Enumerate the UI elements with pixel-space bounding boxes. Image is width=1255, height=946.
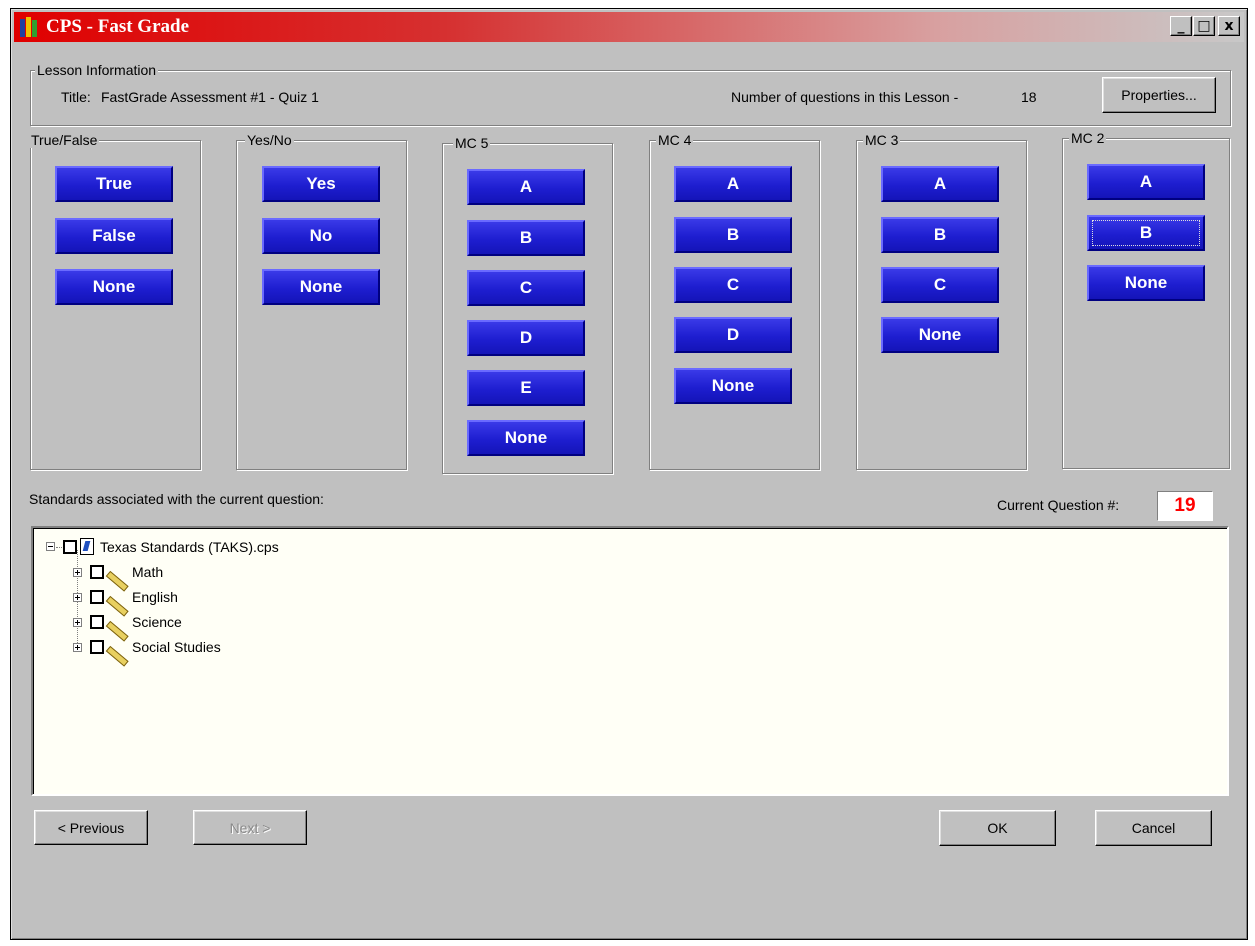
fast-grade-window: CPS - Fast Grade _ □ x Lesson Informatio… bbox=[10, 8, 1248, 940]
answer-none-button[interactable]: None bbox=[1087, 265, 1205, 301]
question-count-value: 18 bbox=[1021, 89, 1037, 105]
answer-d-button[interactable]: D bbox=[674, 317, 792, 353]
answer-c-button[interactable]: C bbox=[467, 270, 585, 306]
standards-label: Standards associated with the current qu… bbox=[29, 491, 324, 507]
group-label: MC 3 bbox=[863, 132, 901, 148]
group-mc5: MC 5 A B C D E None bbox=[442, 135, 613, 474]
answer-a-button[interactable]: A bbox=[467, 169, 585, 205]
tree-item-math[interactable]: Math bbox=[73, 563, 163, 581]
group-label: Yes/No bbox=[245, 132, 294, 148]
tree-item-label: English bbox=[132, 589, 178, 605]
answer-c-button[interactable]: C bbox=[881, 267, 999, 303]
expand-icon[interactable] bbox=[73, 592, 82, 602]
checkbox[interactable] bbox=[90, 640, 104, 654]
tree-item-english[interactable]: English bbox=[73, 588, 178, 606]
group-label: MC 2 bbox=[1069, 130, 1107, 146]
tree-item-label: Social Studies bbox=[132, 639, 221, 655]
close-button[interactable]: x bbox=[1218, 16, 1240, 36]
answer-none-button[interactable]: None bbox=[55, 269, 173, 305]
tree-item-social-studies[interactable]: Social Studies bbox=[73, 638, 221, 656]
checkbox[interactable] bbox=[63, 539, 77, 554]
maximize-button[interactable]: □ bbox=[1193, 16, 1215, 36]
app-icon bbox=[20, 17, 38, 37]
answer-no-button[interactable]: No bbox=[262, 218, 380, 254]
expand-icon[interactable] bbox=[73, 617, 82, 627]
answer-none-button[interactable]: None bbox=[262, 269, 380, 305]
ruler-icon bbox=[106, 613, 128, 631]
tree-root-label: Texas Standards (TAKS).cps bbox=[100, 538, 279, 555]
answer-b-button[interactable]: B bbox=[1087, 215, 1205, 251]
checkbox[interactable] bbox=[90, 615, 104, 629]
tree-item-label: Math bbox=[132, 564, 164, 580]
lesson-title-label: Title: bbox=[61, 89, 91, 105]
lesson-title-value: FastGrade Assessment #1 - Quiz 1 bbox=[101, 89, 319, 105]
answer-b-button[interactable]: B bbox=[881, 217, 999, 253]
tree-item-label: Science bbox=[132, 614, 182, 630]
answer-a-button[interactable]: A bbox=[674, 166, 792, 202]
ok-button[interactable]: OK bbox=[939, 810, 1056, 846]
properties-button[interactable]: Properties... bbox=[1102, 77, 1216, 113]
tree-root[interactable]: Texas Standards (TAKS).cps bbox=[46, 538, 279, 555]
answer-none-button[interactable]: None bbox=[881, 317, 999, 353]
document-icon bbox=[80, 538, 94, 555]
next-button[interactable]: Next > bbox=[193, 810, 307, 845]
lesson-info-label: Lesson Information bbox=[35, 62, 159, 78]
ruler-icon bbox=[106, 588, 128, 606]
answer-a-button[interactable]: A bbox=[881, 166, 999, 202]
window-title: CPS - Fast Grade bbox=[46, 16, 190, 37]
answer-e-button[interactable]: E bbox=[467, 370, 585, 406]
answer-none-button[interactable]: None bbox=[467, 420, 585, 456]
group-true-false: True/False True False None bbox=[29, 132, 201, 470]
answer-none-button[interactable]: None bbox=[674, 368, 792, 404]
answer-d-button[interactable]: D bbox=[467, 320, 585, 356]
answer-yes-button[interactable]: Yes bbox=[262, 166, 380, 202]
answer-b-button[interactable]: B bbox=[674, 217, 792, 253]
checkbox[interactable] bbox=[90, 590, 104, 604]
answer-true-button[interactable]: True bbox=[55, 166, 173, 202]
current-question-value: 19 bbox=[1157, 491, 1213, 521]
group-label: True/False bbox=[29, 132, 100, 148]
answer-false-button[interactable]: False bbox=[55, 218, 173, 254]
cancel-button[interactable]: Cancel bbox=[1095, 810, 1212, 846]
group-mc3: MC 3 A B C None bbox=[856, 132, 1027, 470]
title-bar[interactable]: CPS - Fast Grade _ □ x bbox=[14, 12, 1244, 42]
ruler-icon bbox=[106, 563, 128, 581]
group-label: MC 5 bbox=[453, 135, 491, 151]
previous-button[interactable]: < Previous bbox=[34, 810, 148, 845]
question-count-label: Number of questions in this Lesson - bbox=[731, 89, 959, 105]
answer-b-button[interactable]: B bbox=[467, 220, 585, 256]
answer-c-button[interactable]: C bbox=[674, 267, 792, 303]
ruler-icon bbox=[106, 638, 128, 656]
checkbox[interactable] bbox=[90, 565, 104, 579]
group-label: MC 4 bbox=[656, 132, 694, 148]
collapse-icon[interactable] bbox=[46, 542, 55, 551]
current-question-label: Current Question #: bbox=[997, 497, 1120, 513]
tree-item-science[interactable]: Science bbox=[73, 613, 182, 631]
group-mc4: MC 4 A B C D None bbox=[649, 132, 820, 470]
lesson-info-group: Lesson Information Title: FastGrade Asse… bbox=[30, 62, 1231, 126]
answer-a-button[interactable]: A bbox=[1087, 164, 1205, 200]
minimize-button[interactable]: _ bbox=[1170, 16, 1192, 36]
group-yes-no: Yes/No Yes No None bbox=[236, 132, 407, 470]
standards-tree[interactable]: Texas Standards (TAKS).cps Math English … bbox=[31, 526, 1229, 796]
expand-icon[interactable] bbox=[73, 567, 82, 577]
expand-icon[interactable] bbox=[73, 642, 82, 652]
group-mc2: MC 2 A B None bbox=[1062, 130, 1230, 469]
